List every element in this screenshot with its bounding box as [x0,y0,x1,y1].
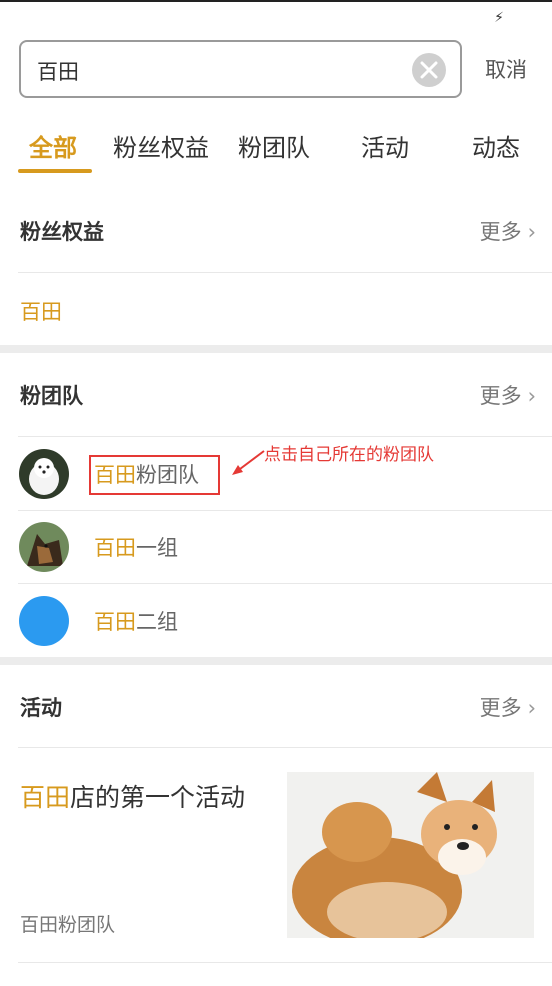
annotation-highlight-box [89,455,220,495]
chevron-right-icon: › [527,384,536,408]
search-query-text: 百田 [37,60,79,84]
section-header-fan-groups: 粉团队 更多 › [0,358,552,434]
search-row: 百田 取消 [19,40,533,98]
clear-search-icon[interactable] [412,53,446,87]
tab-fan-rights[interactable]: 粉丝权益 [113,128,209,163]
tab-feed[interactable]: 动态 [472,128,520,163]
blue-circle-avatar [19,596,69,646]
active-tab-indicator [18,169,92,173]
shepherd-dog-avatar [19,522,69,572]
tab-all[interactable]: 全部 [29,128,77,163]
section-header-fan-rights: 粉丝权益 更多 › [0,194,552,270]
tab-fan-groups[interactable]: 粉团队 [238,128,310,163]
more-fan-rights-button[interactable]: 更多 › [480,216,536,246]
fan-right-item[interactable]: 百田 [20,296,62,326]
fan-group-row[interactable]: 百田一组 [0,510,552,583]
section-gap [0,345,552,353]
more-activities-button[interactable]: 更多 › [480,692,536,722]
fan-group-name: 百田二组 [94,610,178,634]
divider [18,272,552,273]
charging-bolt-icon: ⚡ [494,10,504,26]
search-input[interactable]: 百田 [19,40,462,98]
more-fan-groups-button[interactable]: 更多 › [480,380,536,410]
divider [18,747,552,748]
section-title-activities: 活动 [20,696,62,720]
section-header-activities: 活动 更多 › [0,670,552,746]
tab-activities[interactable]: 活动 [361,128,409,163]
chevron-right-icon: › [527,696,536,720]
activity-title: 百田店的第一个活动 [20,783,246,812]
activity-subtitle: 百田粉团队 [20,914,116,936]
annotation-text: 点击自己所在的粉团队 [264,445,434,465]
section-title-fan-rights: 粉丝权益 [20,220,104,244]
category-tabs: 全部 粉丝权益 粉团队 活动 动态 [0,128,552,176]
fan-group-name: 百田一组 [94,536,178,560]
chevron-right-icon: › [527,220,536,244]
white-dog-avatar [19,449,69,499]
annotation-arrow-icon [232,450,265,475]
fan-group-row[interactable]: 百田二组 [0,584,552,657]
cancel-button[interactable]: 取消 [485,54,527,84]
shiba-dog-image [287,772,534,938]
status-bar: ⚡ [0,0,552,32]
section-gap [0,657,552,665]
divider [18,962,552,963]
section-title-fan-groups: 粉团队 [20,384,83,408]
